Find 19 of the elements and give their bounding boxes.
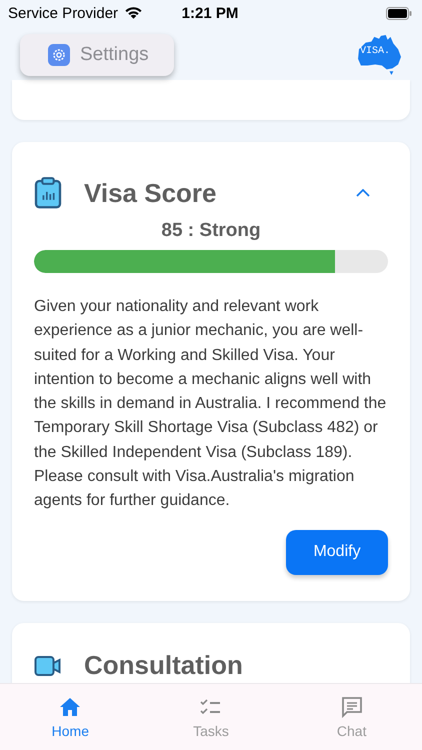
score-description: Given your nationality and relevant work experience as a junior mechanic, you are well-suited for a Working and Skilled Visa. Your intention to become a mechanic aligns well with the skills in demand in Australia. I recommend the Temporary Skill Shortage Visa (Subclass 482) or the Skilled Independent Visa (Subclass 189). Please consult with Visa.Australia's migration agents for further guidance.: [34, 297, 388, 512]
tab[interactable]: Chat: [281, 684, 422, 750]
card-title: Visa Score: [84, 178, 218, 208]
wifi-icon: [124, 6, 144, 20]
tab[interactable]: Tasks: [140, 684, 282, 750]
logo: VISA.: [356, 34, 404, 76]
status-time: 1:21 PM: [182, 4, 238, 22]
score-label: 85 : Strong: [160, 220, 262, 242]
card-title: Consultation: [84, 650, 244, 682]
chat-icon: [340, 695, 364, 719]
settings-icon: [48, 44, 70, 66]
tab[interactable]: Home: [0, 684, 141, 750]
clipboard-chart-icon: [34, 177, 62, 209]
chevron-icon[interactable]: [356, 189, 370, 197]
settings-button[interactable]: Settings: [20, 34, 174, 76]
home-icon: [58, 695, 82, 719]
battery-icon: [386, 6, 412, 20]
modify-button[interactable]: Modify: [286, 530, 388, 575]
carrier-name: Service Provider: [8, 4, 118, 22]
